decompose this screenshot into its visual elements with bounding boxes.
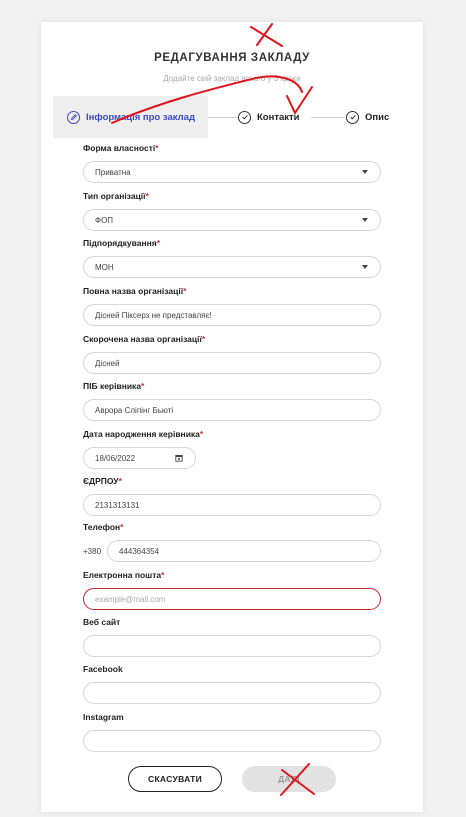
step-info-label: Інформація про заклад bbox=[86, 111, 195, 123]
birth-date-field: Дата народження керівника* 18/06/2022 bbox=[83, 428, 381, 469]
subordination-label: Підпорядкування bbox=[83, 238, 157, 248]
phone-label: Телефон bbox=[83, 522, 121, 532]
step-connector bbox=[208, 117, 238, 118]
website-field: Веб сайт bbox=[83, 616, 381, 657]
required-mark: * bbox=[155, 143, 159, 153]
phone-row: +380 444364354 bbox=[83, 540, 381, 562]
email-input[interactable]: example@mail.com bbox=[83, 588, 381, 610]
org-type-value: ФОП bbox=[95, 215, 114, 225]
page-title: РЕДАГУВАННЯ ЗАКЛАДУ bbox=[154, 52, 310, 64]
facebook-input[interactable] bbox=[83, 682, 381, 704]
required-mark: * bbox=[120, 522, 124, 532]
step-connector bbox=[311, 117, 345, 118]
edrpou-label: ЄДРПОУ bbox=[83, 476, 119, 486]
birth-date-value: 18/06/2022 bbox=[95, 453, 136, 463]
instagram-field: Instagram bbox=[83, 711, 381, 752]
required-mark: * bbox=[118, 476, 122, 486]
director-input[interactable]: Аврора Сліпінг Бьюті bbox=[83, 399, 381, 421]
step-info[interactable]: Інформація про заклад bbox=[53, 96, 208, 138]
stepper: Інформація про заклад Контакти Опис bbox=[53, 96, 423, 138]
step-description-label: Опис bbox=[365, 111, 390, 123]
org-type-field: Тип організації* ФОП bbox=[83, 190, 381, 231]
email-field: Електронна пошта* example@mail.com bbox=[83, 569, 381, 610]
edrpou-input[interactable]: 2131313131 bbox=[83, 494, 381, 516]
required-mark: * bbox=[201, 334, 206, 344]
full-name-field: Повна назва організації* Дісней Піксерз … bbox=[83, 285, 381, 326]
edrpou-field: ЄДРПОУ* 2131313131 bbox=[83, 475, 381, 516]
subordination-select[interactable]: МОН bbox=[83, 256, 381, 278]
org-type-select[interactable]: ФОП bbox=[83, 209, 381, 231]
phone-value: 444364354 bbox=[119, 546, 160, 556]
check-circle-icon bbox=[346, 110, 359, 124]
subordination-value: МОН bbox=[95, 262, 114, 272]
birth-date-input[interactable]: 18/06/2022 bbox=[83, 447, 196, 469]
required-mark: * bbox=[183, 286, 187, 296]
director-value: Аврора Сліпінг Бьюті bbox=[95, 405, 174, 415]
email-placeholder: example@mail.com bbox=[95, 594, 166, 604]
short-name-field: Скорочена назва організації* Дісней bbox=[83, 333, 381, 374]
chevron-down-icon bbox=[362, 265, 368, 269]
director-field: ПІБ керівника* Аврора Сліпінг Бьюті bbox=[83, 380, 381, 421]
birth-date-label: Дата народження керівника bbox=[83, 429, 200, 439]
check-circle-icon bbox=[238, 110, 251, 124]
facebook-label: Facebook bbox=[83, 664, 123, 674]
instagram-label: Instagram bbox=[83, 712, 124, 722]
org-type-label: Тип організації bbox=[83, 191, 146, 201]
required-mark: * bbox=[199, 429, 204, 439]
subordination-field: Підпорядкування* МОН bbox=[83, 237, 381, 278]
full-name-value: Дісней Піксерз не представляє! bbox=[95, 310, 212, 320]
ownership-label: Форма власності bbox=[83, 143, 156, 153]
email-label: Електронна пошта bbox=[83, 570, 162, 580]
phone-input[interactable]: 444364354 bbox=[107, 540, 381, 562]
cancel-button[interactable]: СКАСУВАТИ bbox=[128, 766, 222, 792]
calendar-icon[interactable] bbox=[175, 454, 183, 464]
website-input[interactable] bbox=[83, 635, 381, 657]
ownership-field: Форма власності* Приватна bbox=[83, 142, 381, 183]
pencil-icon bbox=[67, 110, 80, 124]
edit-institution-card: РЕДАГУВАННЯ ЗАКЛАДУ Додайте свій заклад … bbox=[41, 22, 423, 812]
instagram-input[interactable] bbox=[83, 730, 381, 752]
short-name-value: Дісней bbox=[95, 358, 120, 368]
website-label: Веб сайт bbox=[83, 617, 121, 627]
ownership-value: Приватна bbox=[95, 167, 131, 177]
step-contacts[interactable]: Контакти bbox=[238, 96, 300, 138]
short-name-input[interactable]: Дісней bbox=[83, 352, 381, 374]
required-mark: * bbox=[145, 191, 149, 201]
required-mark: * bbox=[141, 381, 145, 391]
phone-field: Телефон* +380 444364354 bbox=[83, 521, 381, 562]
full-name-input[interactable]: Дісней Піксерз не представляє! bbox=[83, 304, 381, 326]
chevron-down-icon bbox=[362, 170, 368, 174]
director-label: ПІБ керівника bbox=[83, 381, 142, 391]
phone-prefix: +380 bbox=[83, 546, 102, 556]
required-mark: * bbox=[161, 570, 165, 580]
chevron-down-icon bbox=[362, 218, 368, 222]
ownership-select[interactable]: Приватна bbox=[83, 161, 381, 183]
edrpou-value: 2131313131 bbox=[95, 500, 140, 510]
short-name-label: Скорочена назва організації bbox=[83, 334, 202, 344]
page-subtitle: Додайте свій заклад всього у 3 кроки bbox=[163, 74, 301, 83]
facebook-field: Facebook bbox=[83, 663, 381, 704]
full-name-label: Повна назва організації bbox=[83, 286, 184, 296]
required-mark: * bbox=[156, 238, 160, 248]
step-description[interactable]: Опис bbox=[346, 96, 389, 138]
next-button[interactable]: ДАЛІ bbox=[242, 766, 336, 792]
step-contacts-label: Контакти bbox=[257, 111, 300, 123]
